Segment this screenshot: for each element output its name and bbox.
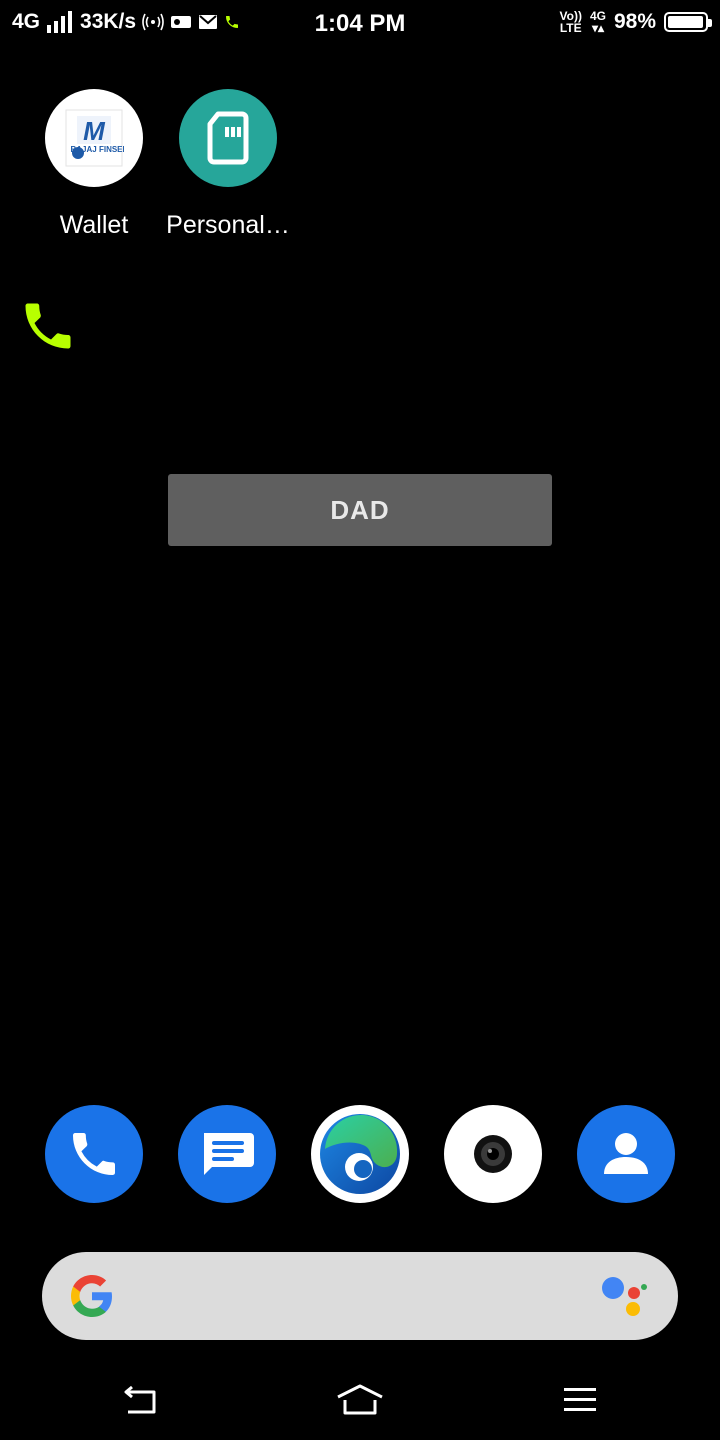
back-button[interactable] <box>100 1370 180 1430</box>
app-personal[interactable]: Personal… <box>163 89 293 240</box>
menu-icon <box>564 1388 596 1411</box>
battery-percent: 98% <box>613 10 656 33</box>
svg-text:M: M <box>83 116 106 146</box>
recents-button[interactable] <box>540 1370 620 1430</box>
svg-text:BAJAJ FINSERV: BAJAJ FINSERV <box>71 145 124 154</box>
navigation-bar <box>0 1370 720 1430</box>
status-bar: 4G 33K/s 1:04 PM Vo)) LTE 4G ▾▴ 98% <box>0 0 720 50</box>
sim-card-icon <box>179 89 277 187</box>
google-g-icon <box>71 1275 112 1317</box>
contacts-icon[interactable] <box>577 1105 675 1203</box>
app-label: Personal… <box>166 211 290 239</box>
camera-icon[interactable] <box>444 1105 542 1203</box>
data-arrows-icon: ▾▴ <box>591 21 604 35</box>
call-shortcut-icon[interactable] <box>18 296 78 356</box>
battery-icon <box>664 12 712 32</box>
mobile-data-indicator: 4G ▾▴ <box>589 9 606 35</box>
home-button[interactable] <box>320 1370 400 1430</box>
home-icon <box>337 1384 383 1415</box>
google-search-bar[interactable] <box>42 1252 678 1340</box>
status-right: Vo)) LTE 4G ▾▴ 98% <box>559 9 712 35</box>
edge-browser-icon[interactable] <box>311 1105 409 1203</box>
bajaj-finserv-icon: M BAJAJ FINSERV <box>45 89 143 187</box>
app-wallet[interactable]: M BAJAJ FINSERV Wallet <box>29 89 159 240</box>
volte-indicator: Vo)) LTE <box>559 9 582 35</box>
battery-level <box>668 16 704 28</box>
back-icon <box>124 1385 156 1414</box>
phone-icon[interactable] <box>45 1105 143 1203</box>
google-assistant-icon[interactable] <box>600 1276 648 1320</box>
app-label: Wallet <box>59 211 129 239</box>
contact-shortcut-dad[interactable]: DAD <box>168 474 552 546</box>
dock <box>0 1105 720 1203</box>
messages-icon[interactable] <box>178 1105 276 1203</box>
